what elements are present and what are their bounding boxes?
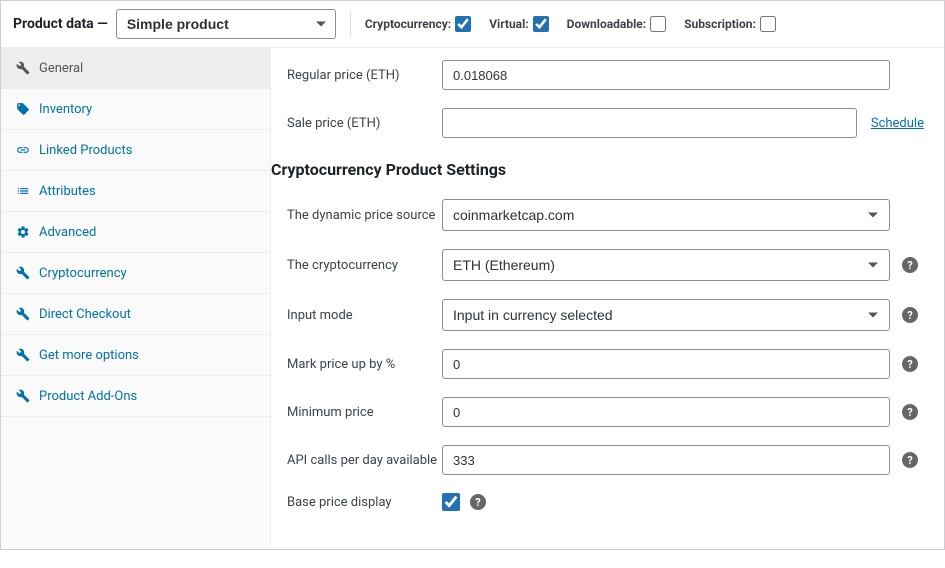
price-source-label: The dynamic price source <box>287 208 442 223</box>
minimum-price-label: Minimum price <box>287 405 442 420</box>
help-icon[interactable]: ? <box>902 356 918 372</box>
base-price-controls: ? <box>442 493 486 511</box>
input-mode-select[interactable]: Input in currency selected <box>442 299 890 331</box>
sidebar-item-label: Cryptocurrency <box>39 266 127 281</box>
regular-price-label: Regular price (ETH) <box>287 68 442 83</box>
sidebar-item-label: Attributes <box>39 184 96 199</box>
sidebar-item-get-more-options[interactable]: Get more options <box>1 335 270 376</box>
api-calls-label: API calls per day available <box>287 453 442 468</box>
wrench-icon <box>15 60 31 76</box>
price-source-row: The dynamic price source coinmarketcap.c… <box>287 199 924 231</box>
sidebar: General Inventory Linked Products Attrib… <box>1 48 271 549</box>
gear-icon <box>15 224 31 240</box>
product-type-select-wrap: Simple product <box>116 9 336 39</box>
panel-header: Product data — Simple product Cryptocurr… <box>1 1 944 48</box>
cryptocurrency-select-wrap: ETH (Ethereum) <box>442 249 890 281</box>
sale-price-row: Sale price (ETH) Schedule <box>287 108 924 138</box>
api-calls-row: API calls per day available ? <box>287 445 924 475</box>
cryptocurrency-toggle: Cryptocurrency: <box>365 16 471 32</box>
cryptocurrency-row: The cryptocurrency ETH (Ethereum) ? <box>287 249 924 281</box>
sidebar-item-cryptocurrency[interactable]: Cryptocurrency <box>1 253 270 294</box>
wrench-icon <box>15 265 31 281</box>
tag-icon <box>15 101 31 117</box>
downloadable-toggle: Downloadable: <box>567 16 666 32</box>
subscription-toggle: Subscription: <box>684 16 776 32</box>
subscription-label: Subscription: <box>684 17 756 31</box>
help-icon[interactable]: ? <box>470 494 486 510</box>
minimum-price-row: Minimum price ? <box>287 397 924 427</box>
list-icon <box>15 183 31 199</box>
sidebar-item-product-addons[interactable]: Product Add-Ons <box>1 376 270 417</box>
sidebar-item-label: Product Add-Ons <box>39 389 137 404</box>
api-calls-input[interactable] <box>442 445 890 475</box>
downloadable-label: Downloadable: <box>567 17 646 31</box>
wrench-icon <box>15 388 31 404</box>
base-price-checkbox[interactable] <box>442 493 460 511</box>
minimum-price-input[interactable] <box>442 397 890 427</box>
schedule-link[interactable]: Schedule <box>871 116 924 131</box>
virtual-label: Virtual: <box>489 17 528 31</box>
regular-price-row: Regular price (ETH) <box>287 60 924 90</box>
sale-price-input[interactable] <box>442 108 857 138</box>
help-icon[interactable]: ? <box>902 257 918 273</box>
cryptocurrency-label: Cryptocurrency: <box>365 17 451 31</box>
regular-price-input[interactable] <box>442 60 890 90</box>
price-source-select[interactable]: coinmarketcap.com <box>442 199 890 231</box>
sidebar-item-general[interactable]: General <box>1 48 270 89</box>
panel-title: Product data — <box>13 16 108 32</box>
sidebar-item-label: General <box>39 61 83 76</box>
wrench-icon <box>15 347 31 363</box>
header-divider <box>350 12 351 36</box>
wrench-icon <box>15 306 31 322</box>
help-icon[interactable]: ? <box>902 404 918 420</box>
sidebar-item-label: Direct Checkout <box>39 307 131 322</box>
crypto-settings-heading: Cryptocurrency Product Settings <box>271 160 924 179</box>
virtual-checkbox[interactable] <box>533 16 549 32</box>
markup-row: Mark price up by % ? <box>287 349 924 379</box>
sidebar-item-linked-products[interactable]: Linked Products <box>1 130 270 171</box>
sidebar-item-label: Inventory <box>39 102 92 117</box>
link-icon <box>15 142 31 158</box>
product-type-select[interactable]: Simple product <box>116 9 336 39</box>
sidebar-item-direct-checkout[interactable]: Direct Checkout <box>1 294 270 335</box>
content-area: Regular price (ETH) Sale price (ETH) Sch… <box>271 48 944 549</box>
sidebar-item-label: Advanced <box>39 225 96 240</box>
sidebar-item-attributes[interactable]: Attributes <box>1 171 270 212</box>
input-mode-label: Input mode <box>287 308 442 323</box>
input-mode-row: Input mode Input in currency selected ? <box>287 299 924 331</box>
downloadable-checkbox[interactable] <box>650 16 666 32</box>
help-icon[interactable]: ? <box>902 307 918 323</box>
sidebar-item-advanced[interactable]: Advanced <box>1 212 270 253</box>
markup-input[interactable] <box>442 349 890 379</box>
cryptocurrency-checkbox[interactable] <box>455 16 471 32</box>
header-checkbox-row: Cryptocurrency: Virtual: Downloadable: S… <box>365 16 776 32</box>
sidebar-item-label: Get more options <box>39 348 139 363</box>
cryptocurrency-field-label: The cryptocurrency <box>287 258 442 273</box>
panel-body: General Inventory Linked Products Attrib… <box>1 48 944 549</box>
sidebar-item-label: Linked Products <box>39 143 132 158</box>
subscription-checkbox[interactable] <box>760 16 776 32</box>
base-price-label: Base price display <box>287 495 442 510</box>
cryptocurrency-select[interactable]: ETH (Ethereum) <box>442 249 890 281</box>
input-mode-select-wrap: Input in currency selected <box>442 299 890 331</box>
markup-label: Mark price up by % <box>287 357 442 372</box>
help-icon[interactable]: ? <box>902 452 918 468</box>
sidebar-item-inventory[interactable]: Inventory <box>1 89 270 130</box>
sale-price-label: Sale price (ETH) <box>287 116 442 131</box>
product-data-panel: Product data — Simple product Cryptocurr… <box>0 0 945 550</box>
virtual-toggle: Virtual: <box>489 16 548 32</box>
base-price-row: Base price display ? <box>287 493 924 511</box>
price-source-select-wrap: coinmarketcap.com <box>442 199 890 231</box>
